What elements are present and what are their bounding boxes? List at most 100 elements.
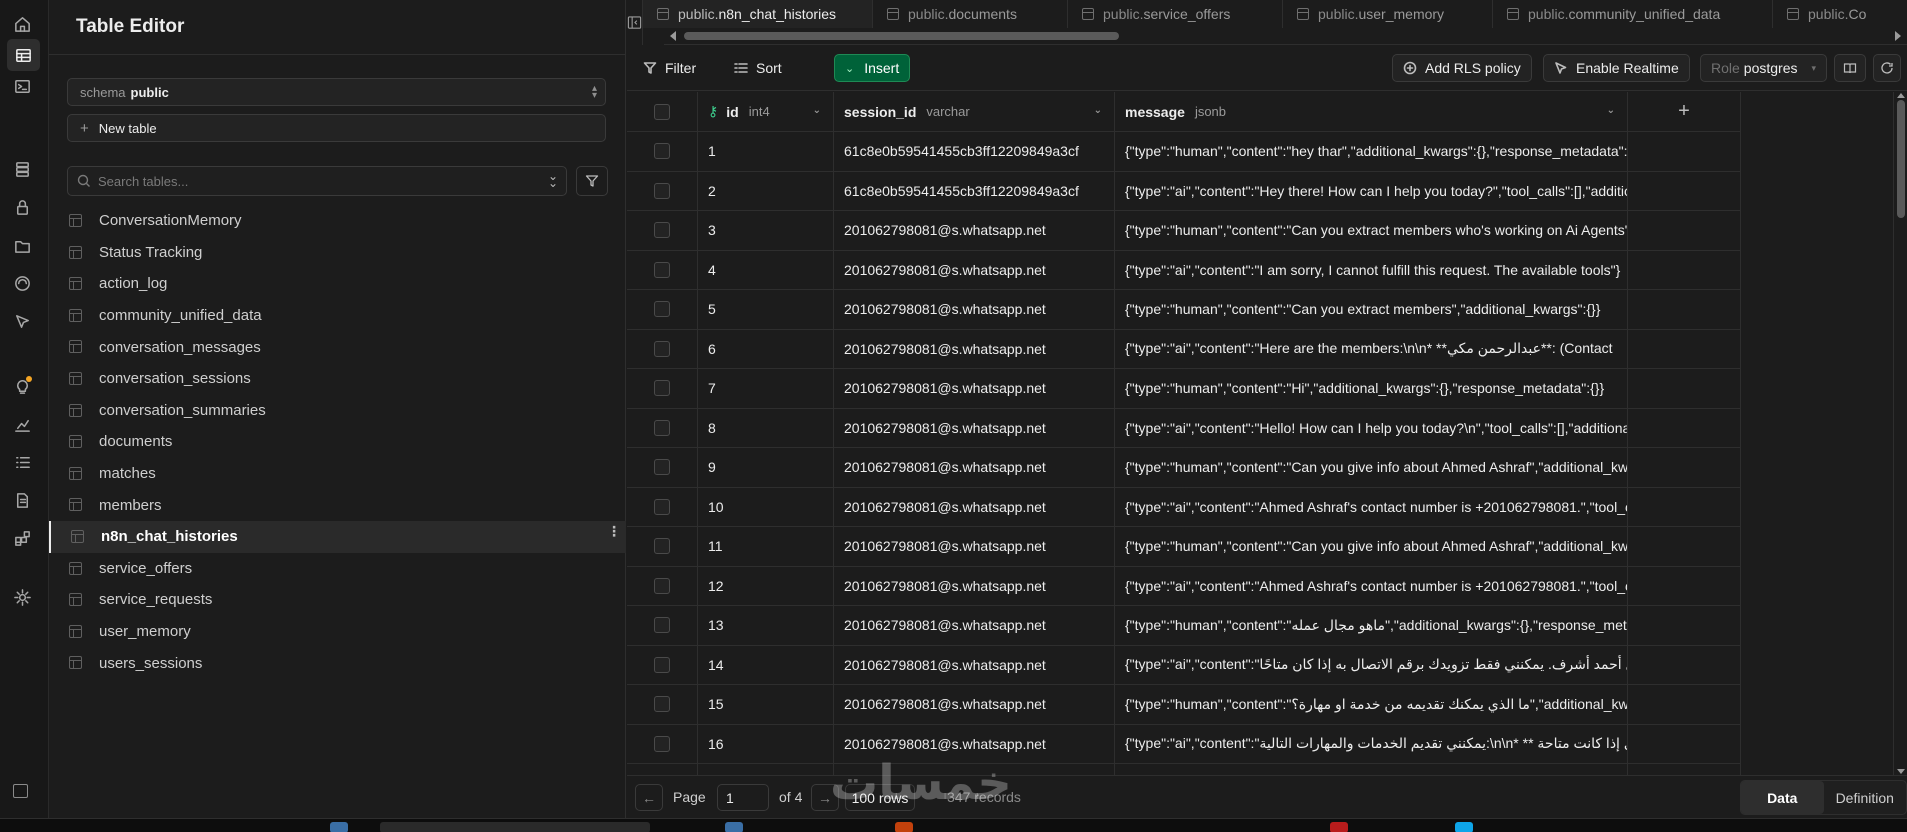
sidebar-table-item[interactable]: matches [49, 458, 626, 490]
insert-button[interactable]: ⌄ Insert [834, 54, 911, 82]
cell-message[interactable]: {"type":"ai","content":"Ahmed Ashraf's c… [1115, 487, 1628, 526]
row-checkbox[interactable] [654, 340, 670, 357]
cell-session-id[interactable]: 61c8e0b59541455cb3ff12209849a3cf [834, 132, 1115, 171]
cell-message[interactable]: {"type":"human","content":"Can you extra… [1115, 290, 1628, 329]
row-checkbox[interactable] [654, 380, 670, 397]
row-checkbox[interactable] [654, 222, 670, 239]
tab-scrollbar[interactable] [664, 28, 1907, 45]
taskbar-app-icon[interactable] [330, 822, 348, 832]
row-checkbox[interactable] [654, 696, 670, 713]
sidebar-table-item[interactable]: n8n_chat_histories ⋮ [49, 520, 626, 553]
column-header-message[interactable]: message jsonb ⌄ [1115, 92, 1628, 131]
taskbar-app-icon[interactable] [1455, 822, 1473, 832]
tab-documents[interactable]: public. documents [873, 0, 1068, 28]
sidebar-table-item[interactable]: service_requests [49, 584, 626, 616]
tab-Co[interactable]: public. Co [1773, 0, 1907, 28]
cell-message[interactable]: {"type":"ai","content":"لا أعرف مجال عمل… [1115, 645, 1628, 684]
new-table-button[interactable]: + New table [67, 114, 606, 142]
cell-id[interactable]: 10 [698, 487, 834, 526]
cell-id[interactable]: 8 [698, 408, 834, 447]
column-header-session-id[interactable]: session_id varchar ⌄ [834, 92, 1115, 131]
table-row[interactable]: 3 201062798081@s.whatsapp.net {"type":"hum… [627, 211, 1741, 251]
cell-id[interactable]: 12 [698, 566, 834, 605]
logs-icon[interactable] [11, 451, 33, 473]
row-checkbox[interactable] [654, 656, 670, 673]
sidebar-table-item[interactable]: action_log [49, 268, 626, 300]
cell-session-id[interactable]: 201062798081@s.whatsapp.net [834, 527, 1115, 566]
settings-icon[interactable] [11, 586, 33, 608]
sidebar-table-item[interactable]: community_unified_data [49, 300, 626, 332]
cell-message[interactable]: {"type":"ai","content":"Hello! How can I… [1115, 408, 1628, 447]
add-rls-policy-button[interactable]: Add RLS policy [1392, 54, 1532, 82]
auth-icon[interactable] [11, 196, 33, 218]
cell-session-id[interactable]: 201062798081@s.whatsapp.net [834, 250, 1115, 289]
scroll-right-icon[interactable] [1895, 31, 1901, 41]
table-row[interactable]: 12 201062798081@s.whatsapp.net {"type":"ai… [627, 566, 1741, 606]
row-checkbox[interactable] [654, 143, 670, 160]
edge-functions-icon[interactable] [11, 272, 33, 294]
table-row[interactable]: 1 61c8e0b59541455cb3ff12209849a3cf {"type"… [627, 132, 1741, 172]
taskbar-search-box[interactable] [380, 822, 650, 832]
cell-session-id[interactable]: 201062798081@s.whatsapp.net [834, 606, 1115, 645]
cell-id[interactable]: 9 [698, 448, 834, 487]
cell-id[interactable]: 15 [698, 685, 834, 724]
cell-message[interactable]: {"type":"human","content":"ما الذي يمكنك… [1115, 685, 1628, 724]
realtime-icon[interactable] [11, 310, 33, 332]
cell-id[interactable]: 1 [698, 132, 834, 171]
row-checkbox[interactable] [654, 419, 670, 436]
sidebar-table-item[interactable]: service_offers [49, 553, 626, 585]
row-checkbox[interactable] [654, 577, 670, 594]
search-tables-input[interactable]: Search tables... ⌄ ⌄ [67, 166, 567, 196]
row-checkbox[interactable] [654, 301, 670, 318]
cell-id[interactable]: 17 [698, 764, 834, 775]
sidebar-table-item[interactable]: members [49, 489, 626, 521]
cell-id[interactable]: 11 [698, 527, 834, 566]
row-checkbox[interactable] [654, 182, 670, 199]
grid-scrollbar-thumb[interactable] [1897, 100, 1905, 218]
table-row[interactable]: 5 201062798081@s.whatsapp.net {"type":"hum… [627, 290, 1741, 330]
api-docs-icon[interactable] [11, 489, 33, 511]
cell-session-id[interactable]: 201062798081@s.whatsapp.net [834, 211, 1115, 250]
cell-message[interactable]: {"type":"human","content":"ماهو مجال عمل… [1115, 606, 1628, 645]
page-number-input[interactable] [717, 784, 769, 811]
chevron-down-icon[interactable]: ⌄ [1094, 105, 1102, 116]
tab-n8n-chat-histories[interactable]: public. n8n_chat_histories [643, 0, 873, 28]
table-row[interactable]: 2 61c8e0b59541455cb3ff12209849a3cf {"type"… [627, 171, 1741, 211]
cell-message[interactable]: {"type":"human","content":"Can you extra… [1115, 211, 1628, 250]
cell-id[interactable]: 2 [698, 171, 834, 210]
tab-user-memory[interactable]: public. user_memory [1283, 0, 1493, 28]
enable-realtime-button[interactable]: Enable Realtime [1543, 54, 1690, 82]
role-selector[interactable]: Role postgres ▾ [1700, 54, 1828, 82]
row-checkbox[interactable] [654, 617, 670, 634]
tab-service-offers[interactable]: public. service_offers [1068, 0, 1283, 28]
row-checkbox[interactable] [654, 735, 670, 752]
table-row[interactable]: 13 201062798081@s.whatsapp.net {"type":"hu… [627, 606, 1741, 646]
cell-session-id[interactable]: 201062798081@s.whatsapp.net [834, 408, 1115, 447]
taskbar-app-icon[interactable] [725, 822, 743, 832]
cell-message[interactable]: {"type":"ai","content":"Here are the mem… [1115, 329, 1628, 368]
table-row[interactable]: 14 201062798081@s.whatsapp.net {"type":"ai… [627, 645, 1741, 685]
schema-selector[interactable]: schema public ▴ ▾ [67, 78, 606, 106]
cell-message[interactable]: {"type":"human","content":"Can you give … [1115, 764, 1628, 775]
cell-id[interactable]: 5 [698, 290, 834, 329]
cell-id[interactable]: 4 [698, 250, 834, 289]
grid-vertical-scrollbar[interactable] [1893, 92, 1907, 775]
row-checkbox[interactable] [654, 498, 670, 515]
reports-icon[interactable] [11, 413, 33, 435]
cell-message[interactable]: {"type":"ai","content":"يمكنني تقديم الخ… [1115, 724, 1628, 763]
row-checkbox[interactable] [654, 538, 670, 555]
sidebar-table-item[interactable]: ConversationMemory [49, 205, 626, 237]
home-icon[interactable] [11, 13, 33, 35]
cell-session-id[interactable]: 201062798081@s.whatsapp.net [834, 566, 1115, 605]
row-checkbox[interactable] [654, 459, 670, 476]
chevron-down-icon[interactable]: ⌄ [1607, 105, 1615, 116]
cell-session-id[interactable]: 201062798081@s.whatsapp.net [834, 329, 1115, 368]
database-icon[interactable] [11, 158, 33, 180]
cell-message[interactable]: {"type":"human","content":"hey thar","ad… [1115, 132, 1628, 171]
table-row[interactable]: 15 201062798081@s.whatsapp.net {"type":"hu… [627, 685, 1741, 725]
sidebar-table-item[interactable]: users_sessions [49, 647, 626, 679]
cell-session-id[interactable]: 201062798081@s.whatsapp.net [834, 685, 1115, 724]
sidebar-table-item[interactable]: conversation_messages [49, 331, 626, 363]
previous-page-button[interactable]: ← [635, 784, 663, 811]
add-column-button[interactable]: + [1628, 92, 1741, 131]
